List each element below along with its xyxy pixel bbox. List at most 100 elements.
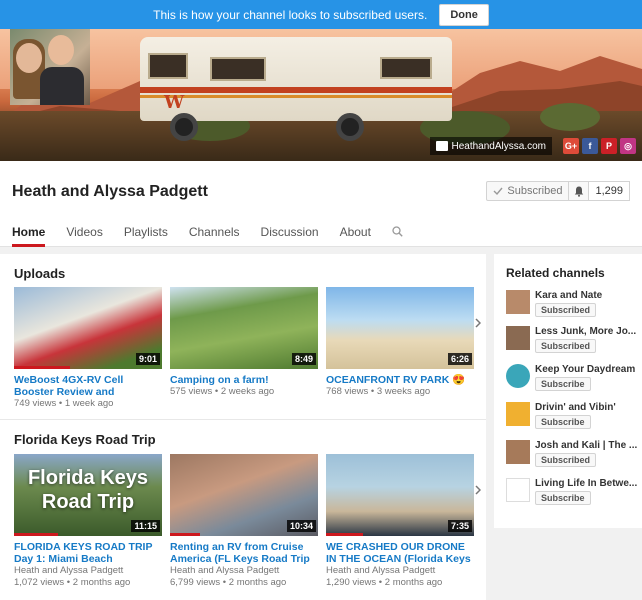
related-channel-subscribe-button[interactable]: Subscribe xyxy=(535,491,591,505)
watch-progress-bar xyxy=(14,366,71,369)
video-thumbnail[interactable]: 6:26 xyxy=(326,287,474,369)
related-channel-item: Less Junk, More Jo... Subscribed xyxy=(506,326,640,358)
video-title[interactable]: OCEANFRONT RV PARK 😍 xyxy=(326,374,474,386)
facebook-icon[interactable]: f xyxy=(582,138,598,154)
section-title: Uploads xyxy=(14,266,66,281)
related-channel-avatar[interactable] xyxy=(506,478,530,502)
video-card[interactable]: Florida Keys Road Trip 11:15 FLORIDA KEYS … xyxy=(14,454,162,589)
bell-icon xyxy=(574,186,584,197)
related-channel-avatar[interactable] xyxy=(506,402,530,426)
tab-playlists[interactable]: Playlists xyxy=(124,223,168,247)
video-thumbnail[interactable]: 9:01 xyxy=(14,287,162,369)
video-channel[interactable]: Heath and Alyssa Padgett xyxy=(326,565,474,577)
channel-header: Heath and Alyssa Padgett Subscribed 1,29… xyxy=(0,161,642,247)
related-channel-avatar[interactable] xyxy=(506,440,530,464)
video-duration: 7:35 xyxy=(447,520,472,532)
video-duration: 8:49 xyxy=(291,353,316,365)
section-divider xyxy=(0,419,486,420)
banner-bush xyxy=(540,103,600,131)
watch-progress-bar xyxy=(170,533,200,536)
instagram-icon[interactable]: ◎ xyxy=(620,138,636,154)
video-duration: 9:01 xyxy=(135,353,160,365)
next-arrow-button[interactable] xyxy=(472,317,484,331)
channel-search-button[interactable] xyxy=(392,223,406,241)
related-channel-subscribe-button[interactable]: Subscribed xyxy=(535,453,597,467)
related-channel-item: Josh and Kali | The ... Subscribed xyxy=(506,440,640,472)
channel-home-content: Uploads 9:01 WeBoost 4GX-RV Cell Booster R… xyxy=(0,254,486,600)
video-thumbnail[interactable]: 8:49 xyxy=(170,287,318,369)
video-channel[interactable]: Heath and Alyssa Padgett xyxy=(170,565,318,577)
related-channel-subscribe-button[interactable]: Subscribe xyxy=(535,377,591,391)
channel-avatar[interactable] xyxy=(10,29,90,105)
chevron-right-icon xyxy=(475,485,482,495)
related-channel-name[interactable]: Living Life In Betwe... xyxy=(535,478,639,489)
subscribed-button[interactable]: Subscribed xyxy=(486,181,570,201)
related-channel-avatar[interactable] xyxy=(506,290,530,314)
related-channel-name[interactable]: Less Junk, More Jo... xyxy=(535,326,639,337)
related-channel-avatar[interactable] xyxy=(506,326,530,350)
video-thumbnail[interactable]: 10:34 xyxy=(170,454,318,536)
video-meta: 768 views • 3 weeks ago xyxy=(326,386,431,397)
video-duration: 11:15 xyxy=(131,520,160,532)
video-card[interactable]: 10:34 Renting an RV from Cruise America (… xyxy=(170,454,318,589)
channel-tabs: Home Videos Playlists Channels Discussion Abo… xyxy=(12,223,406,247)
video-thumbnail[interactable]: 7:35 xyxy=(326,454,474,536)
subscribed-label: Subscribed xyxy=(507,185,563,197)
video-duration: 6:26 xyxy=(447,353,472,365)
video-title[interactable]: Camping on a farm! xyxy=(170,374,318,386)
website-icon xyxy=(435,141,448,151)
video-card[interactable]: 6:26 OCEANFRONT RV PARK 😍 768 views • 3 we… xyxy=(326,287,474,410)
video-title[interactable]: WeBoost 4GX-RV Cell Booster Review and I… xyxy=(14,374,162,398)
tab-videos[interactable]: Videos xyxy=(66,223,102,247)
video-row: Florida Keys Road Trip 11:15 FLORIDA KEYS … xyxy=(14,454,474,589)
rv-brand-logo: W xyxy=(164,92,185,113)
next-arrow-button[interactable] xyxy=(472,484,484,498)
tab-about[interactable]: About xyxy=(340,223,371,247)
related-channels-title: Related channels xyxy=(506,266,605,280)
video-meta: 749 views • 1 week ago xyxy=(14,398,114,409)
related-channel-subscribe-button[interactable]: Subscribed xyxy=(535,303,597,317)
video-meta: 6,799 views • 2 months ago xyxy=(170,577,287,588)
video-card[interactable]: 7:35 WE CRASHED OUR DRONE IN THE OCEAN (F… xyxy=(326,454,474,589)
related-channel-name[interactable]: Keep Your Daydream xyxy=(535,364,639,375)
video-card[interactable]: 9:01 WeBoost 4GX-RV Cell Booster Review a… xyxy=(14,287,162,410)
video-title[interactable]: WE CRASHED OUR DRONE IN THE OCEAN (Flori… xyxy=(326,541,474,565)
related-channel-name[interactable]: Josh and Kali | The ... xyxy=(535,440,639,451)
tab-home[interactable]: Home xyxy=(12,223,46,247)
banner-rv-illustration: W xyxy=(140,37,452,141)
google-plus-icon[interactable]: G+ xyxy=(563,138,579,154)
subscriber-preview-notice: This is how your channel looks to subscr… xyxy=(0,0,642,29)
search-icon xyxy=(392,226,403,237)
thumbnail-overlay-text: Florida Keys Road Trip xyxy=(27,467,149,513)
video-meta: 1,290 views • 2 months ago xyxy=(326,577,443,588)
video-duration: 10:34 xyxy=(286,520,316,532)
subscribe-controls: Subscribed 1,299 xyxy=(486,181,630,201)
video-meta: 1,072 views • 2 months ago xyxy=(14,577,131,588)
checkmark-icon xyxy=(493,187,503,196)
related-channel-name[interactable]: Drivin' and Vibin' xyxy=(535,402,639,413)
related-channel-subscribe-button[interactable]: Subscribed xyxy=(535,339,597,353)
tab-discussion[interactable]: Discussion xyxy=(261,223,319,247)
website-link[interactable]: HeathandAlyssa.com xyxy=(429,137,552,155)
notice-text: This is how your channel looks to subscr… xyxy=(153,7,428,22)
video-title[interactable]: Renting an RV from Cruise America (FL Ke… xyxy=(170,541,318,565)
video-card[interactable]: 8:49 Camping on a farm! 575 views • 2 week… xyxy=(170,287,318,410)
related-channel-item: Drivin' and Vibin' Subscribe xyxy=(506,402,640,434)
social-links: G+ f P ◎ xyxy=(563,138,636,154)
related-channel-subscribe-button[interactable]: Subscribe xyxy=(535,415,591,429)
related-channels-panel: Related channels Kara and Nate Subscribed… xyxy=(494,254,642,528)
watch-progress-bar xyxy=(14,533,59,536)
video-row: 9:01 WeBoost 4GX-RV Cell Booster Review a… xyxy=(14,287,474,410)
video-thumbnail[interactable]: Florida Keys Road Trip 11:15 xyxy=(14,454,162,536)
tab-channels[interactable]: Channels xyxy=(189,223,240,247)
video-title[interactable]: FLORIDA KEYS ROAD TRIP Day 1: Miami Beac… xyxy=(14,541,162,565)
done-button[interactable]: Done xyxy=(439,3,489,26)
video-channel[interactable]: Heath and Alyssa Padgett xyxy=(14,565,162,577)
related-channel-avatar[interactable] xyxy=(506,364,530,388)
related-channel-name[interactable]: Kara and Nate xyxy=(535,290,639,301)
related-channel-item: Kara and Nate Subscribed xyxy=(506,290,640,322)
pinterest-icon[interactable]: P xyxy=(601,138,617,154)
notification-bell-button[interactable] xyxy=(569,181,590,201)
video-meta: 575 views • 2 weeks ago xyxy=(170,386,275,397)
section-title: Florida Keys Road Trip xyxy=(14,432,156,447)
